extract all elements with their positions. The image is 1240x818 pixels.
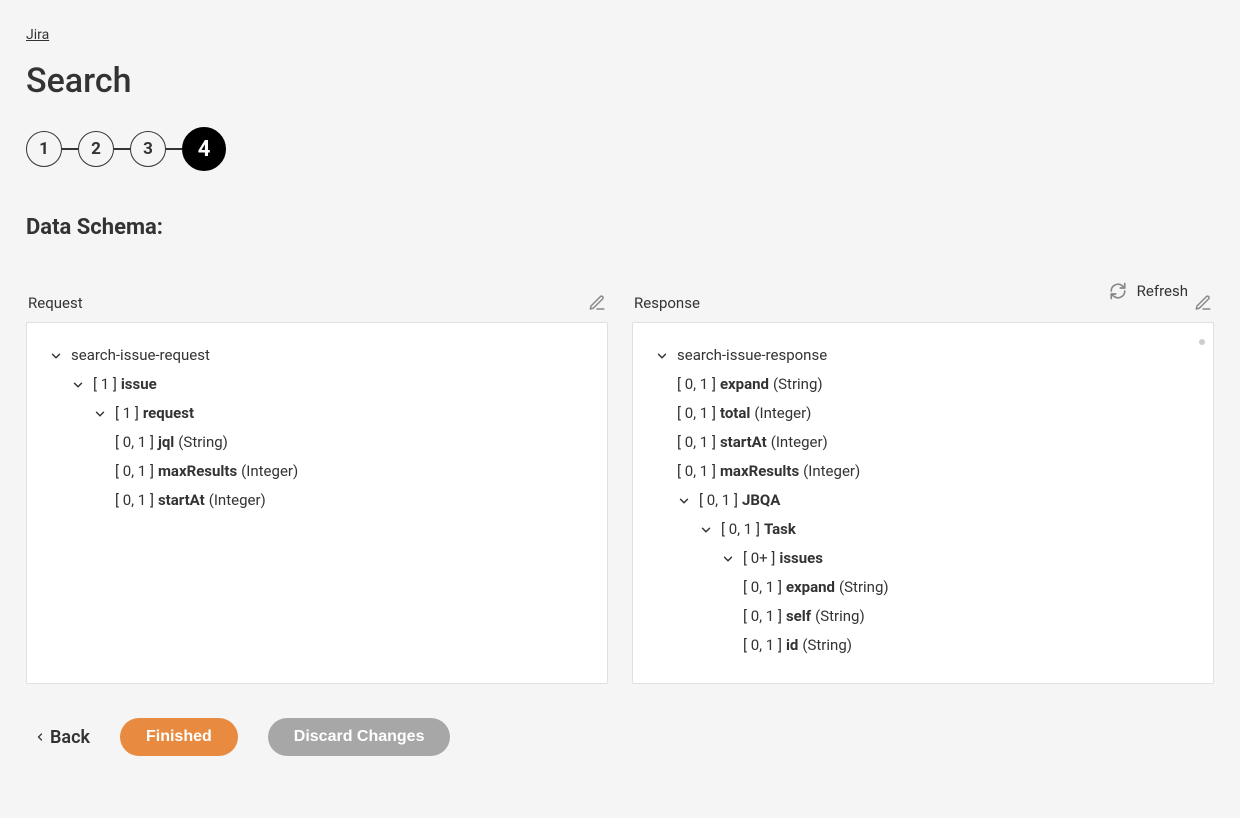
tree-field-type: (String) <box>839 577 889 598</box>
tree-leaf[interactable]: [ 0, 1 ] self (String) <box>655 602 1191 631</box>
tree-field-type: (Integer) <box>209 490 266 511</box>
tree-leaf[interactable]: [ 0, 1 ] expand (String) <box>655 370 1191 399</box>
response-panel: search-issue-response [ 0, 1 ] expand (S… <box>632 322 1214 684</box>
step-1[interactable]: 1 <box>26 131 62 167</box>
tree-leaf[interactable]: [ 0, 1 ] jql (String) <box>49 428 585 457</box>
tree-cardinality: [ 0, 1 ] <box>115 490 154 511</box>
tree-field-type: (String) <box>815 606 865 627</box>
tree-field-name: startAt <box>720 432 767 453</box>
back-button[interactable]: Back <box>34 727 90 748</box>
tree-node-root[interactable]: search-issue-response <box>655 341 1191 370</box>
tree-field-name: total <box>720 403 750 424</box>
section-title: Data Schema: <box>26 215 1214 240</box>
tree-field-name: issues <box>779 548 823 569</box>
tree-node-label: search-issue-request <box>71 345 210 366</box>
step-connector <box>114 148 130 150</box>
tree-node-issues[interactable]: [ 0+ ] issues <box>655 544 1191 573</box>
tree-field-type: (Integer) <box>803 461 860 482</box>
tree-field-name: id <box>786 635 798 656</box>
tree-field-name: request <box>143 403 194 424</box>
step-4[interactable]: 4 <box>182 127 226 171</box>
tree-field-type: (String) <box>178 432 228 453</box>
tree-field-name: startAt <box>158 490 205 511</box>
chevron-down-icon <box>677 494 693 508</box>
tree-node-task[interactable]: [ 0, 1 ] Task <box>655 515 1191 544</box>
tree-leaf[interactable]: [ 0, 1 ] maxResults (Integer) <box>655 457 1191 486</box>
tree-cardinality: [ 0, 1 ] <box>699 490 738 511</box>
tree-cardinality: [ 0+ ] <box>743 548 775 569</box>
step-2[interactable]: 2 <box>78 131 114 167</box>
tree-cardinality: [ 1 ] <box>115 403 139 424</box>
tree-field-type: (String) <box>773 374 823 395</box>
tree-field-name: Task <box>764 519 796 540</box>
chevron-down-icon <box>721 552 737 566</box>
chevron-down-icon <box>655 349 671 363</box>
tree-leaf[interactable]: [ 0, 1 ] expand (String) <box>655 573 1191 602</box>
tree-cardinality: [ 0, 1 ] <box>721 519 760 540</box>
tree-cardinality: [ 0, 1 ] <box>115 461 154 482</box>
tree-field-name: expand <box>786 577 835 598</box>
tree-field-name: maxResults <box>158 461 237 482</box>
chevron-down-icon <box>93 407 109 421</box>
tree-field-name: maxResults <box>720 461 799 482</box>
tree-node-issue[interactable]: [ 1 ] issue <box>49 370 585 399</box>
tree-node-root[interactable]: search-issue-request <box>49 341 585 370</box>
tree-field-type: (Integer) <box>241 461 298 482</box>
tree-leaf[interactable]: [ 0, 1 ] maxResults (Integer) <box>49 457 585 486</box>
edit-icon[interactable] <box>1194 294 1212 312</box>
tree-leaf[interactable]: [ 0, 1 ] id (String) <box>655 631 1191 660</box>
tree-field-name: self <box>786 606 811 627</box>
tree-field-name: JBQA <box>742 490 780 511</box>
tree-cardinality: [ 1 ] <box>93 374 117 395</box>
tree-cardinality: [ 0, 1 ] <box>677 461 716 482</box>
step-connector <box>166 148 182 150</box>
tree-node-request[interactable]: [ 1 ] request <box>49 399 585 428</box>
request-panel: search-issue-request [ 1 ] issue [ 1 ] r… <box>26 322 608 684</box>
tree-cardinality: [ 0, 1 ] <box>677 374 716 395</box>
chevron-down-icon <box>49 349 65 363</box>
tree-leaf[interactable]: [ 0, 1 ] startAt (Integer) <box>655 428 1191 457</box>
edit-icon[interactable] <box>588 294 606 312</box>
tree-node-jbqa[interactable]: [ 0, 1 ] JBQA <box>655 486 1191 515</box>
page-title: Search <box>26 61 1214 101</box>
tree-field-name: jql <box>158 432 174 453</box>
tree-cardinality: [ 0, 1 ] <box>115 432 154 453</box>
chevron-down-icon <box>699 523 715 537</box>
tree-cardinality: [ 0, 1 ] <box>677 403 716 424</box>
tree-leaf[interactable]: [ 0, 1 ] startAt (Integer) <box>49 486 585 515</box>
breadcrumb-jira[interactable]: Jira <box>26 27 49 43</box>
step-connector <box>62 148 78 150</box>
tree-field-type: (Integer) <box>771 432 828 453</box>
tree-cardinality: [ 0, 1 ] <box>743 577 782 598</box>
tree-field-name: issue <box>121 374 157 395</box>
step-3[interactable]: 3 <box>130 131 166 167</box>
tree-node-label: search-issue-response <box>677 345 827 366</box>
tree-cardinality: [ 0, 1 ] <box>743 635 782 656</box>
tree-cardinality: [ 0, 1 ] <box>677 432 716 453</box>
tree-cardinality: [ 0, 1 ] <box>743 606 782 627</box>
back-label: Back <box>50 727 90 748</box>
tree-field-type: (String) <box>802 635 852 656</box>
tree-field-type: (Integer) <box>754 403 811 424</box>
chevron-down-icon <box>71 378 87 392</box>
response-label: Response <box>634 294 700 312</box>
tree-field-name: expand <box>720 374 769 395</box>
finished-button[interactable]: Finished <box>120 718 238 756</box>
step-indicator: 1 2 3 4 <box>26 127 1214 171</box>
scroll-indicator <box>1199 339 1205 345</box>
tree-leaf[interactable]: [ 0, 1 ] total (Integer) <box>655 399 1191 428</box>
request-label: Request <box>28 294 83 312</box>
chevron-left-icon <box>34 730 46 744</box>
discard-changes-button[interactable]: Discard Changes <box>268 718 451 756</box>
